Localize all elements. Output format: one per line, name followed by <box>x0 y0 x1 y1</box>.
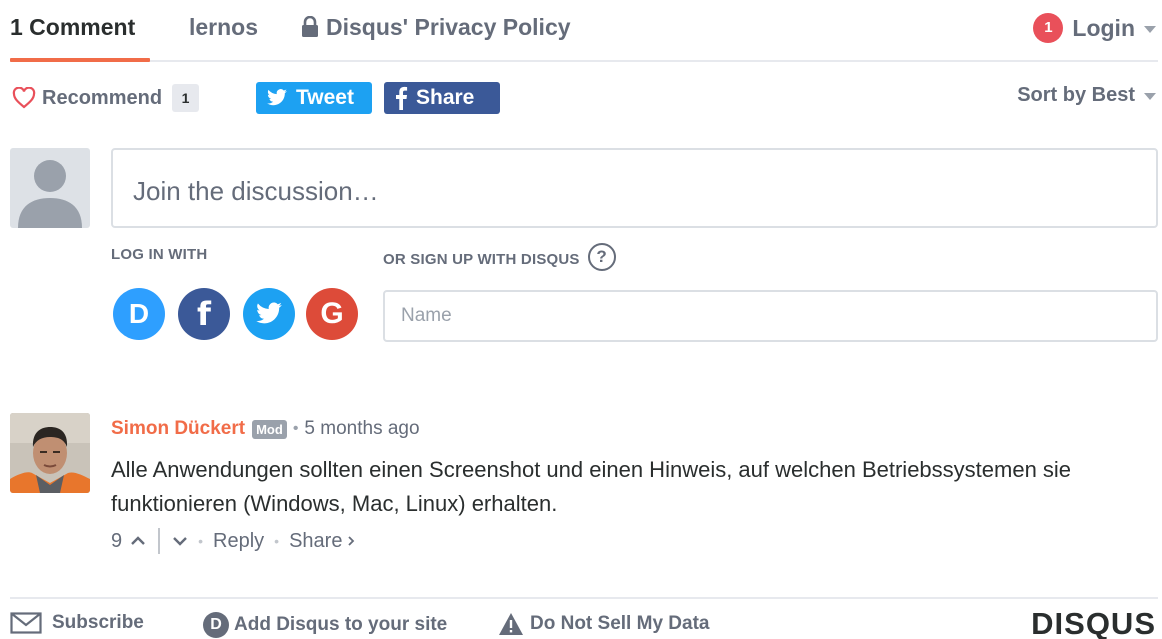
lock-icon <box>302 16 318 37</box>
comment-actions: 9 • Reply • Share <box>111 528 356 554</box>
downvote-button[interactable] <box>172 535 188 547</box>
vote-divider <box>158 528 161 554</box>
recommend-label: Recommend <box>42 86 163 109</box>
guest-avatar <box>10 148 90 228</box>
sign-up-label: OR SIGN UP WITH DISQUS <box>383 250 580 268</box>
upvote-button[interactable] <box>130 535 146 547</box>
chevron-down-icon <box>173 537 187 546</box>
add-disqus-label: Add Disqus to your site <box>234 614 448 635</box>
login-google-button[interactable]: G <box>306 288 358 340</box>
avatar[interactable] <box>10 413 90 493</box>
chevron-right-icon <box>348 536 355 546</box>
tab-comment-count[interactable]: 1 Comment <box>10 13 135 41</box>
chevron-up-icon <box>131 536 145 545</box>
heart-icon <box>12 87 36 109</box>
login-facebook-button[interactable]: f <box>178 288 230 340</box>
tab-forum-name[interactable]: lernos <box>189 13 258 41</box>
sign-up-label-group: OR SIGN UP WITH DISQUS ? <box>383 243 616 271</box>
user-silhouette-icon <box>18 160 82 228</box>
chevron-down-icon <box>1144 25 1156 33</box>
login-menu[interactable]: 1 Login <box>1033 13 1156 43</box>
disqus-icon: D <box>128 298 150 329</box>
add-disqus-link[interactable]: D Add Disqus to your site <box>203 612 447 638</box>
user-photo <box>10 413 90 493</box>
thread-nav: 1 Comment lernos Disqus' Privacy Policy … <box>0 0 1162 62</box>
notification-badge[interactable]: 1 <box>1033 13 1064 43</box>
share-label: Share <box>416 86 475 109</box>
footer-divider <box>10 597 1158 599</box>
login-disqus-button[interactable]: D <box>113 288 165 340</box>
recommend-count: 1 <box>172 84 200 112</box>
do-not-sell-link[interactable]: Do Not Sell My Data <box>498 612 709 636</box>
google-icon: G <box>320 297 344 330</box>
subscribe-link[interactable]: Subscribe <box>10 612 144 634</box>
sort-dropdown[interactable]: Sort by Best <box>1017 84 1156 107</box>
facebook-icon: f <box>197 295 211 333</box>
log-in-with-label: LOG IN WITH <box>111 246 208 263</box>
thread-actions: Recommend 1 Tweet Share Sort by Best <box>0 80 1162 116</box>
comment-header: Simon Dückert Mod • 5 months ago <box>111 418 420 440</box>
login-twitter-button[interactable] <box>243 288 295 340</box>
name-field[interactable] <box>383 290 1158 342</box>
recommend-button[interactable]: Recommend 1 <box>12 84 200 112</box>
facebook-share-button[interactable]: Share <box>384 82 500 114</box>
tweet-label: Tweet <box>296 86 354 109</box>
privacy-policy-link[interactable]: Disqus' Privacy Policy <box>300 13 571 41</box>
privacy-policy-label: Disqus' Privacy Policy <box>326 14 571 40</box>
sort-label: Sort by Best <box>1017 84 1135 106</box>
comment-timestamp[interactable]: 5 months ago <box>304 418 419 440</box>
disqus-logo-icon: D <box>203 612 229 638</box>
reply-button[interactable]: Reply <box>213 530 264 553</box>
subscribe-label: Subscribe <box>52 612 144 633</box>
comment-share-label: Share <box>289 529 343 552</box>
separator-dot: • <box>198 533 204 549</box>
do-not-sell-label: Do Not Sell My Data <box>530 613 710 634</box>
login-label: Login <box>1072 15 1135 41</box>
facebook-icon <box>396 86 408 110</box>
warning-icon <box>499 613 523 635</box>
chevron-down-icon <box>1144 93 1156 100</box>
comment-body: Alle Anwendungen sollten einen Screensho… <box>111 457 1072 516</box>
mod-badge: Mod <box>252 419 287 439</box>
comment-share-button[interactable]: Share <box>289 530 356 553</box>
twitter-bird-icon <box>256 302 282 324</box>
separator-dot: • <box>292 420 299 437</box>
twitter-bird-icon <box>267 89 287 106</box>
tweet-button[interactable]: Tweet <box>256 82 372 114</box>
comment-author[interactable]: Simon Dückert <box>111 418 245 440</box>
disqus-brand-logo[interactable]: DISQUS <box>1031 606 1156 639</box>
help-icon[interactable]: ? <box>587 243 616 271</box>
vote-count: 9 <box>111 529 123 552</box>
active-tab-indicator <box>10 58 150 62</box>
envelope-icon <box>10 612 42 634</box>
nav-divider <box>10 60 1158 62</box>
comment-composer[interactable]: Join the discussion… <box>111 148 1158 228</box>
separator-dot: • <box>274 533 280 549</box>
